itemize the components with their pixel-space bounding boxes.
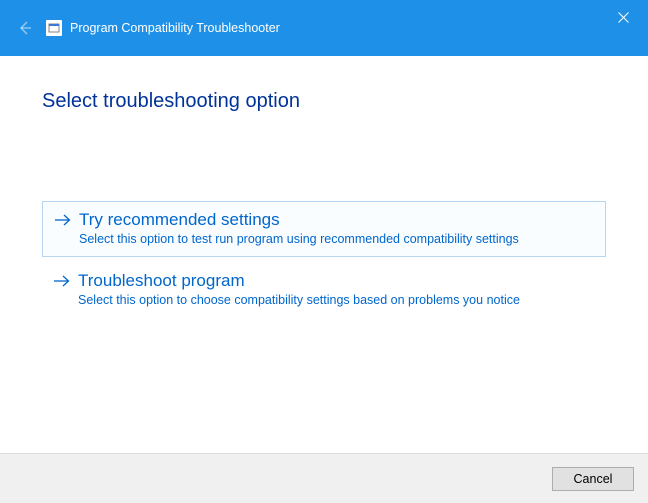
option-troubleshoot-program[interactable]: Troubleshoot program Select this option … <box>42 263 606 317</box>
arrow-right-icon <box>52 271 72 291</box>
back-arrow-icon <box>14 17 36 39</box>
window-title: Program Compatibility Troubleshooter <box>70 21 280 35</box>
option-description: Select this option to test run program u… <box>79 232 595 246</box>
option-description: Select this option to choose compatibili… <box>78 293 596 307</box>
page-heading: Select troubleshooting option <box>42 90 606 113</box>
titlebar: Program Compatibility Troubleshooter <box>0 0 648 56</box>
cancel-button[interactable]: Cancel <box>552 467 634 491</box>
option-title-text: Troubleshoot program <box>78 271 245 291</box>
option-try-recommended[interactable]: Try recommended settings Select this opt… <box>42 201 606 257</box>
wizard-content: Select troubleshooting option Try recomm… <box>0 56 648 453</box>
app-icon <box>46 20 62 36</box>
option-title-text: Try recommended settings <box>79 210 280 230</box>
option-title-row: Troubleshoot program <box>52 271 596 291</box>
option-title-row: Try recommended settings <box>53 210 595 230</box>
arrow-right-icon <box>53 210 73 230</box>
close-button[interactable] <box>604 6 642 28</box>
wizard-footer: Cancel <box>0 453 648 503</box>
